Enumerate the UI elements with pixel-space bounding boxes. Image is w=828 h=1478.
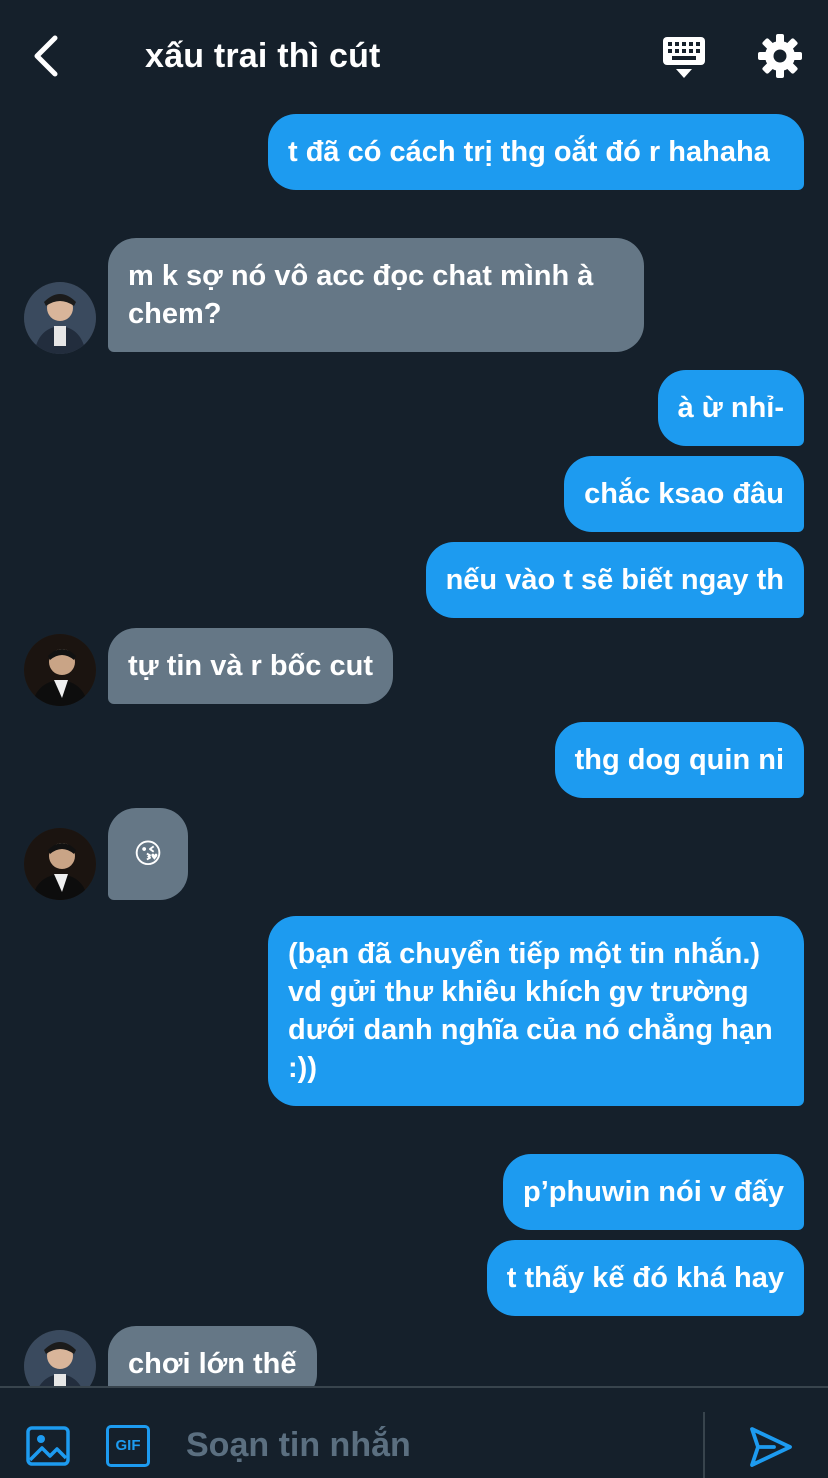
message-list[interactable]: t đã có cách trị thg oắt đó r hahaha m k… bbox=[0, 112, 828, 1386]
message-outgoing[interactable]: à ừ nhỉ- bbox=[657, 370, 804, 446]
composer-divider bbox=[703, 1412, 705, 1478]
message-outgoing[interactable]: t thấy kế đó khá hay bbox=[486, 1240, 804, 1316]
message-outgoing[interactable]: chắc ksao đâu bbox=[564, 456, 804, 532]
avatar[interactable] bbox=[24, 282, 96, 354]
gif-icon[interactable]: GIF bbox=[106, 1425, 150, 1467]
send-icon[interactable] bbox=[748, 1424, 794, 1470]
message-outgoing[interactable]: (bạn đã chuyển tiếp một tin nhắn.) vd gử… bbox=[268, 916, 804, 1106]
message-composer: GIF bbox=[0, 1386, 828, 1478]
image-icon[interactable] bbox=[26, 1426, 70, 1466]
gif-label: GIF bbox=[115, 1437, 141, 1454]
back-chevron-icon[interactable] bbox=[22, 30, 74, 82]
message-incoming-emoji[interactable]: 😘 bbox=[108, 808, 188, 900]
message-text: vd gửi thư khiêu khích gv trường dưới da… bbox=[288, 976, 773, 1084]
conversation-header: xấu trai thì cút bbox=[0, 0, 828, 112]
message-incoming[interactable]: tự tin và r bốc cut bbox=[108, 628, 393, 704]
message-outgoing[interactable]: p’phuwin nói v đấy bbox=[503, 1154, 804, 1230]
message-outgoing[interactable]: nếu vào t sẽ biết ngay th bbox=[425, 542, 804, 618]
message-incoming[interactable]: chơi lớn thế bbox=[108, 1326, 317, 1386]
avatar[interactable] bbox=[24, 1330, 96, 1386]
keyboard-icon[interactable] bbox=[660, 34, 708, 82]
avatar[interactable] bbox=[24, 828, 96, 900]
conversation-title[interactable]: xấu trai thì cút bbox=[145, 34, 381, 78]
gear-icon[interactable] bbox=[756, 32, 804, 80]
message-input[interactable] bbox=[186, 1426, 666, 1465]
message-incoming[interactable]: m k sợ nó vô acc đọc chat mình à chem? bbox=[108, 238, 644, 352]
message-outgoing[interactable]: t đã có cách trị thg oắt đó r hahaha bbox=[268, 114, 804, 190]
forwarded-notice: (bạn đã chuyển tiếp một tin nhắn.) bbox=[288, 938, 761, 970]
message-outgoing[interactable]: thg dog quin ni bbox=[554, 722, 804, 798]
avatar[interactable] bbox=[24, 634, 96, 706]
